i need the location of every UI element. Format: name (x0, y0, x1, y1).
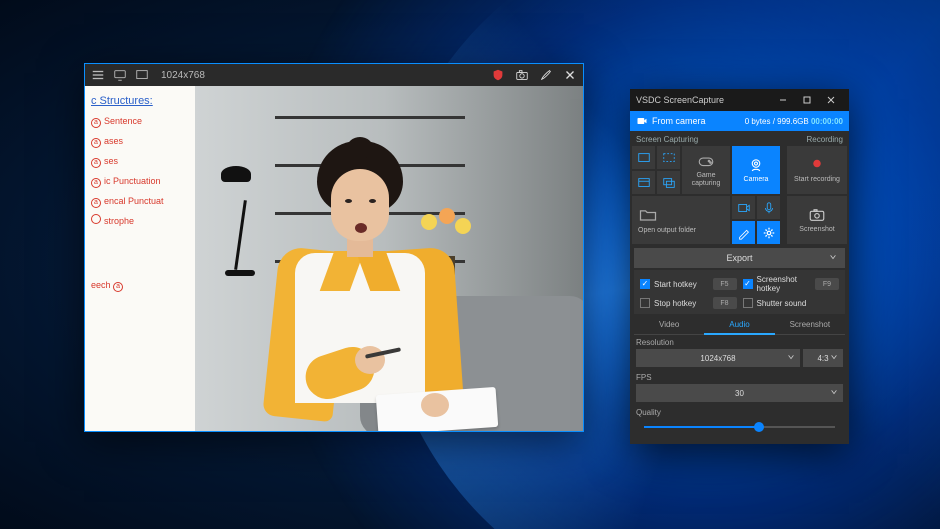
screenshot-hotkey-key[interactable]: F9 (815, 278, 839, 290)
screenshot-hotkey-row[interactable]: Screenshot hotkey F9 (743, 275, 840, 293)
quality-slider[interactable] (644, 419, 835, 435)
close-preview-icon[interactable] (563, 68, 577, 82)
fps-label: FPS (636, 373, 843, 382)
maximize-button[interactable] (795, 89, 819, 111)
tab-video[interactable]: Video (634, 316, 704, 335)
section-recording-label: Recording (807, 135, 843, 144)
export-label: Export (726, 253, 752, 263)
camera-preview-window: 1024x768 (84, 63, 584, 432)
app-title: VSDC ScreenCapture (636, 95, 724, 105)
chevron-down-icon (829, 253, 837, 263)
display-icon[interactable] (135, 68, 149, 82)
camera-tool-icon[interactable] (515, 68, 529, 82)
game-capturing-tile[interactable]: Game capturing (682, 146, 730, 194)
stop-hotkey-key[interactable]: F8 (713, 297, 737, 309)
capture-mode-multi-icon[interactable] (657, 171, 680, 194)
tab-audio[interactable]: Audio (704, 316, 774, 335)
resolution-select[interactable]: 1024x768 (636, 349, 800, 367)
camera-tile[interactable]: Camera (732, 146, 780, 194)
screenshot-tile[interactable]: Screenshot (787, 196, 847, 244)
drawing-tools-icon[interactable] (732, 221, 755, 244)
start-hotkey-key[interactable]: F5 (713, 278, 737, 290)
tab-screenshot[interactable]: Screenshot (775, 316, 845, 335)
camera-preview-area: c Structures: aSentence aases ases aic P… (85, 86, 583, 431)
hotkeys-panel: Start hotkey F5 Screenshot hotkey F9 Sto… (634, 270, 845, 314)
section-screen-capturing-label: Screen Capturing (636, 135, 698, 144)
chevron-down-icon (830, 353, 838, 363)
overlay-webcam-icon[interactable] (732, 196, 755, 219)
source-label: From camera (652, 116, 706, 126)
close-button[interactable] (819, 89, 843, 111)
start-hotkey-checkbox[interactable] (640, 279, 650, 289)
preview-resolution-label: 1024x768 (161, 70, 205, 81)
capture-mode-window-icon[interactable] (632, 171, 655, 194)
quality-label: Quality (636, 408, 843, 417)
settings-titlebar: VSDC ScreenCapture (630, 89, 849, 111)
shield-icon[interactable] (491, 68, 505, 82)
minimize-button[interactable] (771, 89, 795, 111)
chevron-down-icon (787, 353, 795, 363)
whiteboard-content: c Structures: aSentence aases ases aic P… (85, 86, 195, 431)
settings-gear-icon[interactable] (757, 221, 780, 244)
source-bar[interactable]: From camera 0 bytes / 999.6GB 00:00:00 (630, 111, 849, 131)
shutter-sound-row[interactable]: Shutter sound (743, 297, 840, 309)
capture-mode-region-icon[interactable] (657, 146, 680, 169)
chevron-down-icon (830, 388, 838, 398)
resolution-label: Resolution (636, 338, 843, 347)
shutter-sound-checkbox[interactable] (743, 298, 753, 308)
settings-window: VSDC ScreenCapture From camera 0 bytes /… (630, 89, 849, 444)
brush-icon[interactable] (539, 68, 553, 82)
fps-select[interactable]: 30 (636, 384, 843, 402)
open-output-folder-tile[interactable]: Open output folder (632, 196, 730, 244)
preview-titlebar: 1024x768 (85, 64, 583, 86)
hamburger-menu-icon[interactable] (91, 68, 105, 82)
aspect-ratio-select[interactable]: 4:3 (803, 349, 843, 367)
status-bytes: 0 bytes / 999.6GB (745, 117, 809, 126)
monitor-icon[interactable] (113, 68, 127, 82)
settings-section-tabs: Video Audio Screenshot (630, 316, 849, 335)
start-recording-tile[interactable]: Start recording (787, 146, 847, 194)
start-hotkey-row[interactable]: Start hotkey F5 (640, 275, 737, 293)
export-dropdown[interactable]: Export (634, 248, 845, 268)
capture-mode-fullscreen-icon[interactable] (632, 146, 655, 169)
stop-hotkey-row[interactable]: Stop hotkey F8 (640, 297, 737, 309)
status-time: 00:00:00 (811, 117, 843, 126)
screenshot-hotkey-checkbox[interactable] (743, 279, 753, 289)
stop-hotkey-checkbox[interactable] (640, 298, 650, 308)
microphone-icon[interactable] (757, 196, 780, 219)
